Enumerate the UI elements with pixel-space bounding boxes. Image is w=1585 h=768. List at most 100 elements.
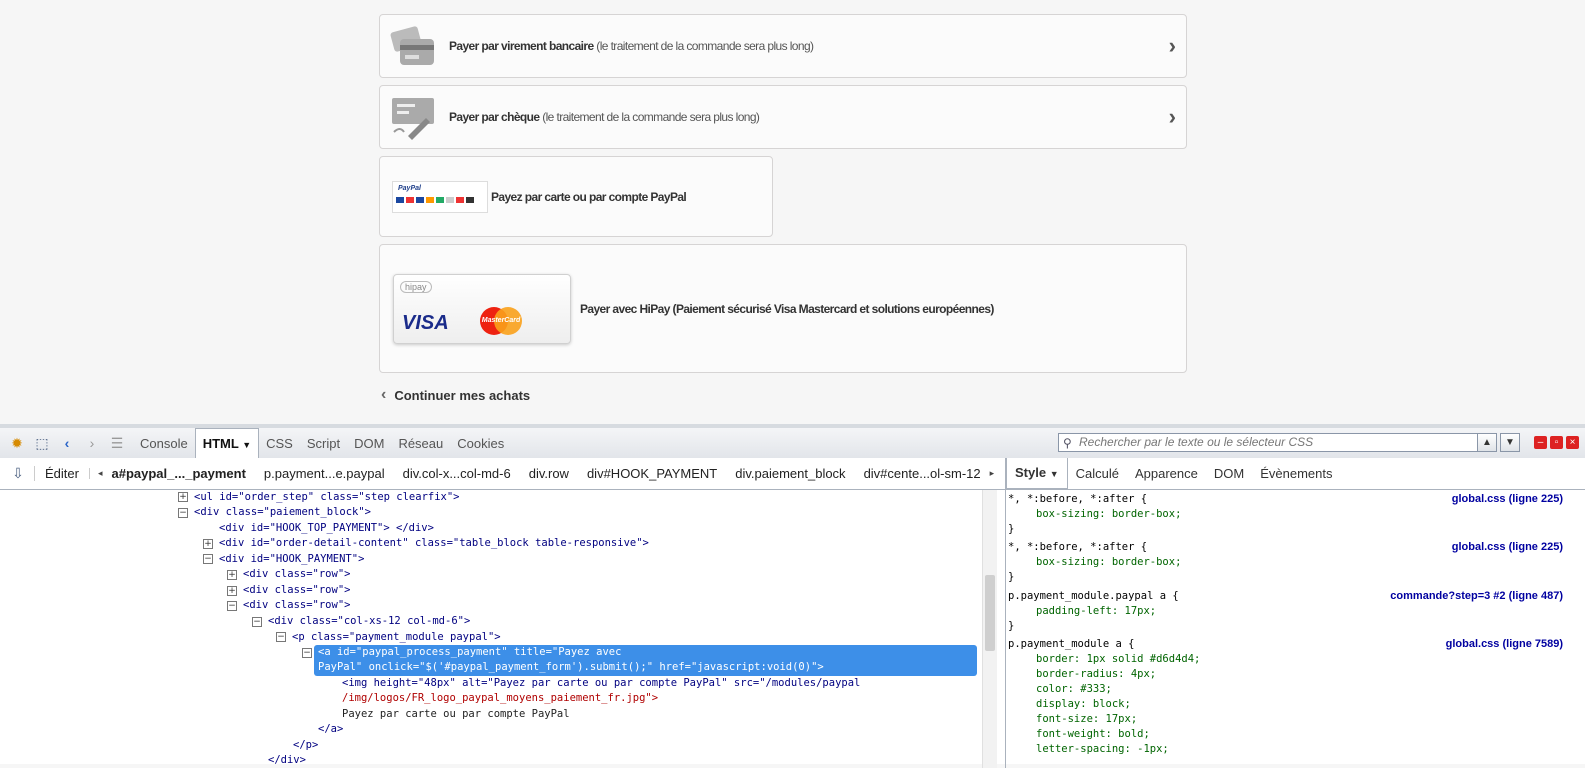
- html-text-node[interactable]: Payez par carte ou par compte PayPal: [342, 707, 570, 723]
- forward-icon[interactable]: ›: [84, 435, 100, 451]
- crumb-item[interactable]: div#HOOK_PAYMENT: [578, 466, 726, 481]
- side-tab-layout[interactable]: Apparence: [1127, 459, 1206, 489]
- style-panel: *, *:before, *:after { global.css (ligne…: [1005, 490, 1585, 768]
- tab-dom[interactable]: DOM: [347, 429, 391, 458]
- tab-network[interactable]: Réseau: [391, 429, 450, 458]
- search-input[interactable]: ⚲ Rechercher par le texte ou le sélecteu…: [1058, 433, 1485, 452]
- css-selector: *, *:before, *:after {: [1008, 541, 1148, 553]
- html-line[interactable]: <div class="paiement_block">: [194, 505, 371, 521]
- visa-logo: VISA: [402, 312, 449, 334]
- tab-cookies[interactable]: Cookies: [450, 429, 511, 458]
- collapse-toggle[interactable]: −: [178, 508, 188, 518]
- payment-option-cheque[interactable]: Payer par chèque (le traitement de la co…: [379, 85, 1187, 149]
- crumb-left-arrow-icon[interactable]: ◂: [88, 468, 103, 479]
- crumb-right-arrow-icon[interactable]: ▸: [990, 468, 995, 479]
- html-line[interactable]: <img height="48px" alt="Payez par carte …: [342, 676, 860, 692]
- css-property[interactable]: border: 1px solid #d6d4d4;: [1036, 652, 1200, 667]
- payment-option-hipay[interactable]: hipay VISA MasterCard Payer avec HiPay (…: [379, 244, 1187, 373]
- search-next-button[interactable]: ▼: [1500, 433, 1520, 452]
- crumb-item[interactable]: div.col-x...col-md-6: [394, 466, 520, 481]
- search-icon: ⚲: [1063, 436, 1072, 450]
- chevron-right-icon: ›: [1168, 33, 1176, 58]
- css-property[interactable]: letter-spacing: -1px;: [1036, 742, 1169, 757]
- html-line[interactable]: <ul id="order_step" class="step clearfix…: [194, 490, 460, 506]
- side-tab-computed[interactable]: Calculé: [1068, 459, 1127, 489]
- crumb-item[interactable]: a#paypal_..._payment: [103, 466, 255, 481]
- collapse-toggle[interactable]: −: [252, 617, 262, 627]
- back-icon[interactable]: ‹: [59, 435, 75, 451]
- collapse-toggle[interactable]: −: [302, 648, 312, 658]
- tab-script[interactable]: Script: [300, 429, 347, 458]
- css-property[interactable]: border-radius: 4px;: [1036, 667, 1156, 682]
- collapse-toggle[interactable]: −: [227, 601, 237, 611]
- html-line[interactable]: <div id="order-detail-content" class="ta…: [219, 536, 649, 552]
- paypal-logo: PayPal: [392, 181, 488, 213]
- selected-node[interactable]: <a id="paypal_process_payment" title="Pa…: [314, 645, 977, 676]
- bank-card-icon: [390, 26, 434, 65]
- chevron-left-icon: ‹: [381, 386, 387, 403]
- html-line[interactable]: <div class="row">: [243, 598, 350, 614]
- crumb-item[interactable]: p.payment...e.paypal: [255, 466, 394, 481]
- edit-button[interactable]: Éditer: [34, 466, 89, 481]
- expand-toggle[interactable]: +: [203, 539, 213, 549]
- html-scrollbar[interactable]: [982, 490, 997, 768]
- scrollbar-thumb[interactable]: [985, 575, 995, 651]
- html-line[interactable]: <div id="HOOK_PAYMENT">: [219, 552, 364, 568]
- side-tab-style-label: Style: [1015, 465, 1047, 480]
- close-button[interactable]: ×: [1566, 436, 1579, 449]
- css-source-link[interactable]: global.css (ligne 7589): [1446, 638, 1563, 650]
- html-line[interactable]: </p>: [293, 738, 318, 754]
- css-brace: }: [1008, 523, 1015, 535]
- continue-shopping-link[interactable]: ‹ Continuer mes achats: [381, 386, 530, 404]
- continue-label: Continuer mes achats: [394, 387, 531, 403]
- crumb-item[interactable]: div#cente...ol-sm-12: [855, 466, 990, 481]
- css-property[interactable]: box-sizing: border-box;: [1036, 555, 1181, 570]
- inspect-html-icon[interactable]: ⇩: [10, 465, 26, 482]
- css-property[interactable]: box-sizing: border-box;: [1036, 507, 1181, 522]
- css-property[interactable]: font-size: 17px;: [1036, 712, 1137, 727]
- expand-toggle[interactable]: +: [178, 492, 188, 502]
- html-line[interactable]: <div class="row">: [243, 583, 350, 599]
- html-line[interactable]: <p class="payment_module paypal">: [292, 630, 501, 646]
- css-source-link[interactable]: global.css (ligne 225): [1452, 541, 1563, 553]
- html-line[interactable]: /img/logos/FR_logo_paypal_moyens_paiemen…: [342, 691, 658, 707]
- collapse-toggle[interactable]: −: [203, 554, 213, 564]
- inspect-icon[interactable]: ⬚: [34, 435, 50, 451]
- css-property[interactable]: display: block;: [1036, 697, 1131, 712]
- css-selector: p.payment_module a {: [1008, 638, 1135, 650]
- html-line: <a id="paypal_process_payment" title="Pa…: [318, 646, 622, 658]
- dropdown-arrow-icon: ▼: [1049, 469, 1059, 479]
- payment-option-bankwire[interactable]: Payer par virement bancaire (le traiteme…: [379, 14, 1187, 78]
- html-line[interactable]: <div id="HOOK_TOP_PAYMENT"> </div>: [219, 521, 434, 537]
- detach-button[interactable]: ▫: [1550, 436, 1563, 449]
- search-prev-button[interactable]: ▲: [1477, 433, 1497, 452]
- crumb-item[interactable]: div.paiement_block: [726, 466, 854, 481]
- css-property[interactable]: font-weight: bold;: [1036, 727, 1150, 742]
- css-property[interactable]: padding-left: 17px;: [1036, 604, 1156, 619]
- minimize-button[interactable]: –: [1534, 436, 1547, 449]
- css-source-link[interactable]: global.css (ligne 225): [1452, 493, 1563, 505]
- html-line[interactable]: <div class="row">: [243, 567, 350, 583]
- side-tab-style[interactable]: Style ▼: [1006, 458, 1068, 489]
- firebug-icon[interactable]: ✹: [9, 435, 25, 451]
- css-source-link[interactable]: commande?step=3 #2 (ligne 487): [1390, 590, 1563, 602]
- chevron-right-icon: ›: [1168, 104, 1176, 129]
- tab-css[interactable]: CSS: [259, 429, 300, 458]
- css-property[interactable]: color: #333;: [1036, 682, 1112, 697]
- list-icon[interactable]: ☰: [109, 435, 125, 451]
- tab-console[interactable]: Console: [133, 429, 195, 458]
- payment-option-paypal[interactable]: PayPal Payez par carte ou par compte Pay…: [379, 156, 773, 237]
- tab-html[interactable]: HTML ▼: [194, 428, 260, 458]
- css-brace: }: [1008, 620, 1015, 632]
- collapse-toggle[interactable]: −: [276, 632, 286, 642]
- html-line[interactable]: </a>: [318, 722, 343, 738]
- expand-toggle[interactable]: +: [227, 586, 237, 596]
- css-selector: p.payment_module.paypal a {: [1008, 590, 1179, 602]
- crumb-item[interactable]: div.row: [520, 466, 578, 481]
- side-tab-dom[interactable]: DOM: [1206, 459, 1252, 489]
- side-tab-events[interactable]: Évènements: [1252, 459, 1340, 489]
- html-line[interactable]: <div class="col-xs-12 col-md-6">: [268, 614, 470, 630]
- html-line[interactable]: </div>: [268, 753, 306, 768]
- html-tree[interactable]: + <ul id="order_step" class="step clearf…: [0, 490, 1000, 768]
- expand-toggle[interactable]: +: [227, 570, 237, 580]
